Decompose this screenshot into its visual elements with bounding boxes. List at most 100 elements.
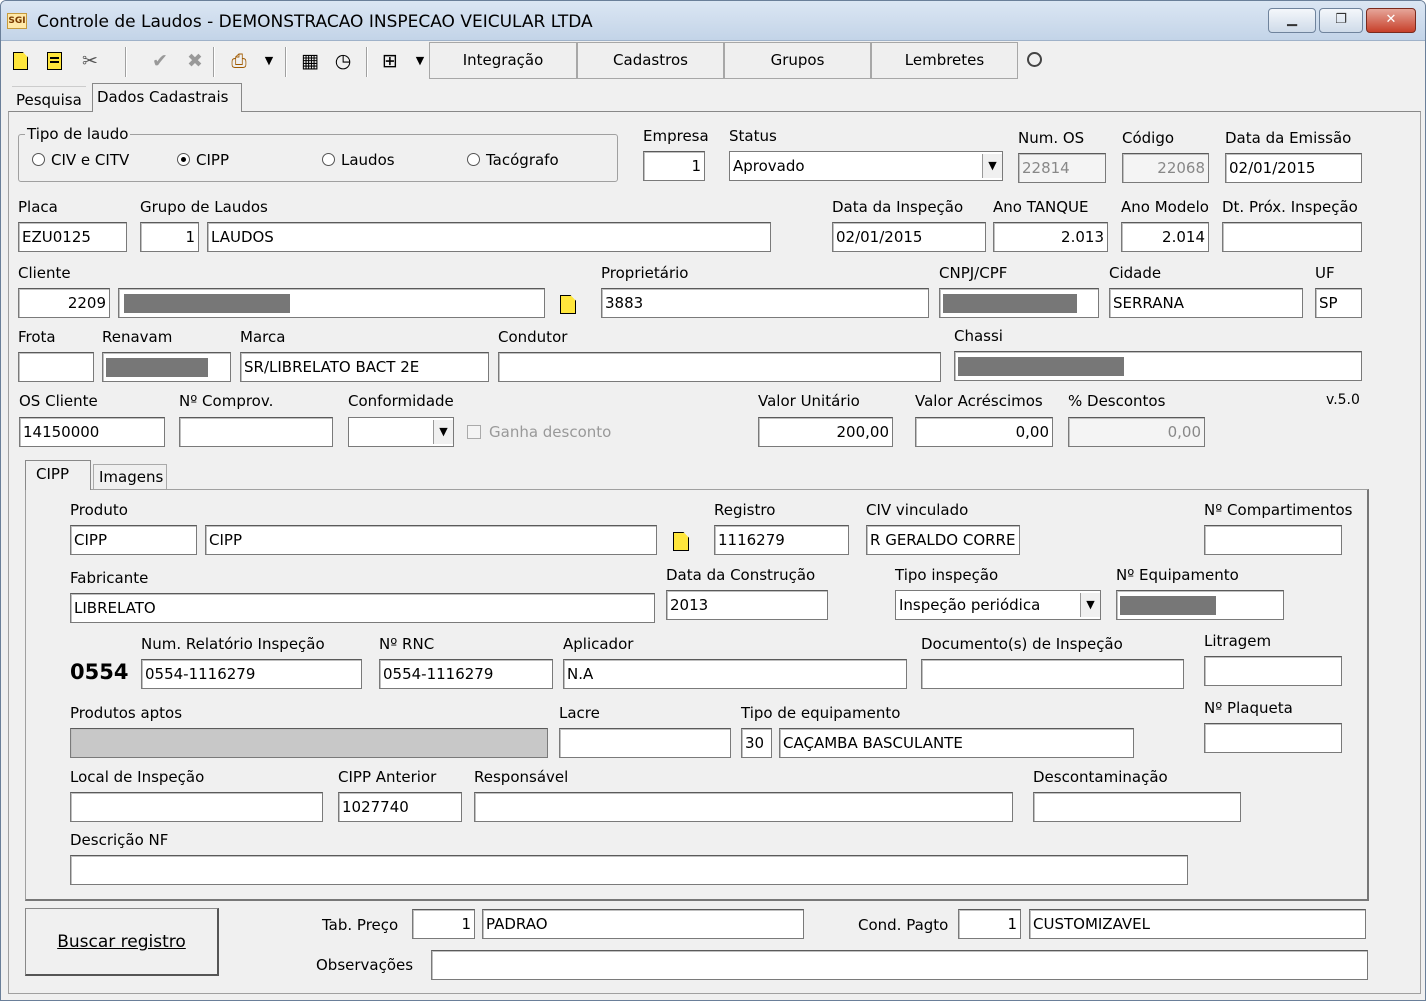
n-plaqueta-field[interactable] bbox=[1204, 723, 1342, 753]
cadastros-button[interactable]: Cadastros bbox=[577, 42, 724, 79]
conformidade-label: Conformidade bbox=[348, 392, 454, 410]
lacre-field[interactable] bbox=[559, 728, 731, 758]
chassi-field[interactable] bbox=[954, 351, 1362, 381]
placa-label: Placa bbox=[18, 198, 58, 216]
tab-preco-name-field[interactable]: PADRAO bbox=[482, 909, 804, 939]
num-comprov-label: Nº Comprov. bbox=[179, 392, 274, 410]
cond-pagto-code-field[interactable]: 1 bbox=[958, 909, 1021, 939]
marca-field[interactable]: SR/LIBRELATO BACT 2E bbox=[240, 352, 489, 382]
maximize-button[interactable]: ❐ bbox=[1319, 8, 1363, 33]
valor-acrescimos-label: Valor Acréscimos bbox=[915, 392, 1043, 410]
cliente-name-field[interactable] bbox=[118, 288, 545, 318]
placa-field[interactable]: EZU0125 bbox=[18, 222, 127, 252]
tipo-equipamento-name-field[interactable]: CAÇAMBA BASCULANTE bbox=[779, 728, 1134, 758]
registro-field[interactable]: 1116279 bbox=[714, 525, 849, 555]
chevron-down-icon[interactable]: ▼ bbox=[433, 420, 453, 444]
grupo-laudos-code-field[interactable]: 1 bbox=[140, 222, 199, 252]
frota-label: Frota bbox=[18, 328, 56, 346]
tab-pesquisa[interactable]: Pesquisa bbox=[12, 86, 86, 113]
new-document-icon[interactable] bbox=[9, 49, 33, 73]
produto-code-field[interactable]: CIPP bbox=[70, 525, 197, 555]
chevron-down-icon[interactable]: ▼ bbox=[257, 49, 281, 73]
aplicador-field[interactable]: N.A bbox=[563, 659, 907, 689]
n-compartimentos-field[interactable] bbox=[1204, 525, 1342, 555]
radio-tacografo[interactable]: Tacógrafo bbox=[467, 151, 559, 169]
cipp-anterior-field[interactable]: 1027740 bbox=[338, 792, 462, 822]
tipo-equipamento-label: Tipo de equipamento bbox=[741, 704, 901, 722]
cidade-field[interactable]: SERRANA bbox=[1109, 288, 1303, 318]
produtos-aptos-field[interactable] bbox=[70, 728, 548, 758]
cliente-code-field[interactable]: 2209 bbox=[18, 288, 110, 318]
tab-cipp[interactable]: CIPP bbox=[25, 460, 91, 490]
integracao-button[interactable]: Integração bbox=[429, 42, 577, 79]
chevron-down-icon[interactable]: ▼ bbox=[1080, 593, 1100, 617]
data-construcao-field[interactable]: 2013 bbox=[666, 590, 828, 620]
responsavel-field[interactable] bbox=[474, 792, 1013, 822]
tab-imagens[interactable]: Imagens bbox=[93, 464, 167, 489]
clock-icon[interactable]: ◷ bbox=[331, 49, 355, 73]
tipo-inspecao-select[interactable]: Inspeção periódica ▼ bbox=[895, 590, 1101, 620]
produto-name-field[interactable]: CIPP bbox=[205, 525, 657, 555]
frota-field[interactable] bbox=[18, 352, 94, 382]
codigo-field[interactable]: 22068 bbox=[1122, 153, 1209, 183]
dt-prox-field[interactable] bbox=[1222, 222, 1362, 252]
scissors-icon[interactable]: ✂ bbox=[78, 49, 102, 73]
ganha-desconto-checkbox[interactable]: Ganha desconto bbox=[467, 423, 611, 441]
cond-pagto-name-field[interactable]: CUSTOMIZAVEL bbox=[1029, 909, 1366, 939]
condutor-field[interactable] bbox=[498, 352, 941, 382]
fabricante-field[interactable]: LIBRELATO bbox=[70, 593, 655, 623]
close-button[interactable]: ✕ bbox=[1366, 8, 1416, 33]
n-equipamento-field[interactable] bbox=[1116, 590, 1284, 620]
num-os-label: Num. OS bbox=[1018, 129, 1085, 147]
ano-tanque-field[interactable]: 2.013 bbox=[993, 222, 1108, 252]
status-select[interactable]: Aprovado ▼ bbox=[729, 151, 1003, 181]
tab-dados-cadastrais[interactable]: Dados Cadastrais bbox=[92, 83, 242, 112]
calculator-icon[interactable]: ▦ bbox=[298, 49, 322, 73]
radio-laudos[interactable]: Laudos bbox=[322, 151, 395, 169]
lembretes-button[interactable]: Lembretes bbox=[871, 42, 1018, 79]
tipo-equipamento-code-field[interactable]: 30 bbox=[741, 728, 772, 758]
main-window: SGI Controle de Laudos - DEMONSTRACAO IN… bbox=[0, 0, 1426, 1001]
tipo-laudo-label: Tipo de laudo bbox=[25, 125, 131, 143]
num-relatorio-field[interactable]: 0554-1116279 bbox=[141, 659, 362, 689]
radio-civ-citv[interactable]: CIV e CITV bbox=[32, 151, 129, 169]
uf-field[interactable]: SP bbox=[1315, 288, 1362, 318]
descricao-nf-field[interactable] bbox=[70, 855, 1188, 885]
litragem-field[interactable] bbox=[1204, 656, 1342, 686]
observacoes-field[interactable] bbox=[431, 950, 1368, 980]
descontos-field[interactable]: 0,00 bbox=[1068, 417, 1205, 447]
renavam-field[interactable] bbox=[102, 352, 231, 382]
valor-unitario-field[interactable]: 200,00 bbox=[758, 417, 893, 447]
ano-modelo-field[interactable]: 2.014 bbox=[1121, 222, 1209, 252]
grupos-button[interactable]: Grupos bbox=[724, 42, 871, 79]
valor-acrescimos-field[interactable]: 0,00 bbox=[915, 417, 1053, 447]
proprietario-field[interactable]: 3883 bbox=[601, 288, 929, 318]
n-rnc-field[interactable]: 0554-1116279 bbox=[379, 659, 553, 689]
window-list-icon[interactable]: ⊞ bbox=[378, 49, 402, 73]
minimize-button[interactable]: ▁ bbox=[1268, 8, 1316, 33]
cancel-icon[interactable]: ✖ bbox=[183, 49, 207, 73]
printer-icon[interactable]: ⎙ bbox=[227, 49, 251, 73]
radio-icon bbox=[467, 153, 480, 166]
edit-document-icon[interactable] bbox=[43, 49, 67, 73]
confirm-icon[interactable]: ✔ bbox=[148, 49, 172, 73]
data-emissao-field[interactable]: 02/01/2015 bbox=[1225, 153, 1362, 183]
local-inspecao-field[interactable] bbox=[70, 792, 323, 822]
registro-label: Registro bbox=[714, 501, 776, 519]
renavam-label: Renavam bbox=[102, 328, 173, 346]
num-os-field[interactable]: 22814 bbox=[1018, 153, 1106, 183]
civ-vinculado-field[interactable]: R GERALDO CORRE bbox=[866, 525, 1020, 555]
empresa-field[interactable]: 1 bbox=[643, 151, 705, 181]
buscar-registro-button[interactable]: Buscar registro bbox=[25, 908, 219, 976]
data-inspecao-field[interactable]: 02/01/2015 bbox=[832, 222, 986, 252]
tab-preco-code-field[interactable]: 1 bbox=[412, 909, 475, 939]
descontaminacao-field[interactable] bbox=[1033, 792, 1241, 822]
num-comprov-field[interactable] bbox=[179, 417, 333, 447]
radio-cipp[interactable]: CIPP bbox=[177, 151, 229, 169]
chevron-down-icon[interactable]: ▼ bbox=[982, 154, 1002, 178]
cnpj-field[interactable] bbox=[939, 288, 1099, 318]
documentos-field[interactable] bbox=[921, 659, 1184, 689]
os-cliente-field[interactable]: 14150000 bbox=[19, 417, 165, 447]
conformidade-select[interactable]: ▼ bbox=[348, 417, 454, 447]
grupo-laudos-name-field[interactable]: LAUDOS bbox=[207, 222, 771, 252]
